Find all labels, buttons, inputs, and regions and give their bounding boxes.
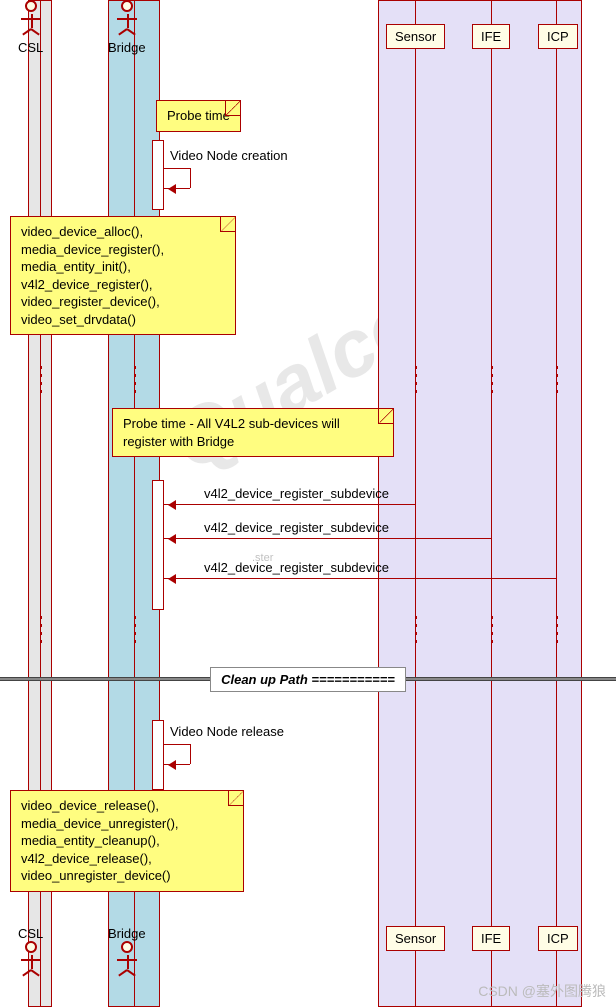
dots-icon [491,366,493,396]
self-arrow-back-2 [164,764,190,765]
arrow-icp-to-bridge [164,578,556,579]
stick-figure-icon [115,0,139,40]
self-arrow-out-1 [164,168,190,169]
note-subdev-register: Probe time - All V4L2 sub-devices will r… [112,408,394,457]
call-line: media_device_register(), [21,241,225,259]
ife-lifeline [491,0,492,1007]
icp-lifeline [556,0,557,1007]
sequence-diagram: Qualcomm 20:00 PDT CSL Bridge Sensor IFE… [0,0,616,1007]
dots-icon [40,366,42,396]
bridge-inner-activation-3 [152,720,164,790]
actor-csl-label: CSL [18,926,43,941]
self-arrow-side-2 [190,744,191,764]
self-arrow-out-2 [164,744,190,745]
participant-icp-bottom: ICP [538,926,578,951]
call-line: video_register_device(), [21,293,225,311]
actor-csl-top: CSL [18,0,43,55]
msg-video-node-creation: Video Node creation [166,148,292,163]
note-line: register with Bridge [123,433,383,451]
actor-bridge-top: Bridge [108,0,146,55]
call-line: video_device_alloc(), [21,223,225,241]
divider-label: Clean up Path =========== [210,667,406,692]
self-arrow-side-1 [190,168,191,188]
note-release-calls: video_device_release(), media_device_unr… [10,790,244,892]
sensor-lifeline [415,0,416,1007]
dots-icon [491,616,493,646]
stick-figure-icon [115,941,139,981]
msg-reg-subdev-ife: v4l2_device_register_subdevice [200,520,393,535]
arrow-ife-to-bridge [164,538,491,539]
stick-figure-icon [19,0,43,40]
bridge-inner-activation-1 [152,140,164,210]
call-line: media_entity_init(), [21,258,225,276]
divider-line [406,677,616,681]
arrow-sensor-to-bridge [164,504,415,505]
call-line: video_set_drvdata() [21,311,225,329]
participant-ife-bottom: IFE [472,926,510,951]
actor-bridge-label: Bridge [108,40,146,55]
note-probe-time-text: Probe time [167,108,230,123]
actor-bridge-label: Bridge [108,926,146,941]
credit-text: CSDN @塞外图腾狼 [478,981,606,1001]
call-line: v4l2_device_register(), [21,276,225,294]
note-creation-calls: video_device_alloc(), media_device_regis… [10,216,236,335]
call-line: video_unregister_device() [21,867,233,885]
actor-csl-bottom: CSL [18,926,43,981]
call-line: media_device_unregister(), [21,815,233,833]
dots-icon [134,616,136,646]
divider-line [0,677,210,681]
stick-figure-icon [19,941,43,981]
call-line: video_device_release(), [21,797,233,815]
divider-cleanup: Clean up Path =========== [0,664,616,694]
participant-sensor-top: Sensor [386,24,445,49]
dots-icon [415,616,417,646]
participant-sensor-bottom: Sensor [386,926,445,951]
actor-csl-label: CSL [18,40,43,55]
dots-icon [40,616,42,646]
actor-bridge-bottom: Bridge [108,926,146,981]
msg-reg-subdev-sensor: v4l2_device_register_subdevice [200,486,393,501]
call-line: media_entity_cleanup(), [21,832,233,850]
note-line: Probe time - All V4L2 sub-devices will [123,415,383,433]
msg-reg-subdev-icp: v4l2_device_register_subdevice [200,560,393,575]
dots-icon [556,366,558,396]
participant-icp-top: ICP [538,24,578,49]
note-probe-time: Probe time [156,100,241,132]
msg-video-node-release: Video Node release [166,724,288,739]
self-arrow-back-1 [164,188,190,189]
participant-ife-top: IFE [472,24,510,49]
dots-icon [134,366,136,396]
dots-icon [556,616,558,646]
call-line: v4l2_device_release(), [21,850,233,868]
dots-icon [415,366,417,396]
